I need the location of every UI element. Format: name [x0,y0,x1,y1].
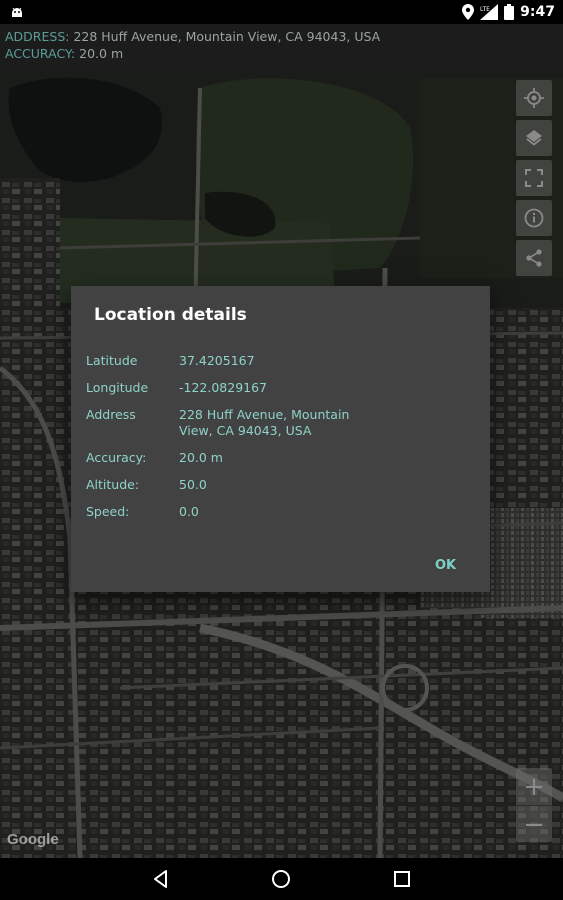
layers-icon [526,130,542,146]
svg-text:LTE: LTE [480,6,490,13]
latitude-label: Latitude [86,353,138,368]
location-icon [462,4,475,20]
longitude-value: -122.0829167 [179,380,268,395]
my-location-icon [524,88,544,108]
navigation-bar [0,858,563,900]
home-icon[interactable] [270,868,292,890]
signal-icon: LTE [480,4,499,20]
altitude-value: 50.0 [179,477,207,492]
status-bar: LTE 9:47 [0,0,563,24]
altitude-label: Altitude: [86,477,140,492]
location-details-dialog: Location details Latitude 37.4205167 Lon… [71,286,490,592]
dialog-title: Location details [94,305,247,325]
accuracy-detail-value: 20.0 m [179,450,223,465]
share-icon [526,249,542,267]
longitude-label: Longitude [86,380,149,395]
status-time: 9:47 [520,4,555,20]
accuracy-label: ACCURACY: [5,46,76,61]
fullscreen-icon [525,169,543,187]
accuracy-row: ACCURACY: 20.0 m [5,45,558,62]
zoom-out-button[interactable]: − [516,806,552,843]
address-value: 228 Huff Avenue, Mountain View, CA 94043… [73,29,381,44]
speed-label: Speed: [86,504,130,519]
share-button[interactable] [516,240,552,276]
zoom-in-button[interactable]: + [516,768,552,805]
info-icon [524,208,544,228]
layers-button[interactable] [516,120,552,156]
zoom-controls: + − [516,768,552,842]
address-label: ADDRESS: [5,29,70,44]
recents-icon[interactable] [391,868,413,890]
my-location-button[interactable] [516,80,552,116]
address-row: ADDRESS: 228 Huff Avenue, Mountain View,… [5,28,558,45]
info-button[interactable] [516,200,552,236]
ok-button[interactable]: OK [429,554,462,577]
accuracy-value: 20.0 m [79,46,124,61]
accuracy-detail-label: Accuracy: [86,450,147,465]
battery-icon [504,4,515,20]
google-logo: Google [7,831,59,848]
android-icon [12,7,22,17]
location-info-header: ADDRESS: 228 Huff Avenue, Mountain View,… [0,24,563,68]
address-detail-value: 228 Huff Avenue, Mountain View, CA 94043… [179,407,350,438]
latitude-value: 37.4205167 [179,353,255,368]
fullscreen-button[interactable] [516,160,552,196]
back-icon[interactable] [150,868,172,890]
address-detail-label: Address [86,407,136,422]
speed-value: 0.0 [179,504,199,519]
